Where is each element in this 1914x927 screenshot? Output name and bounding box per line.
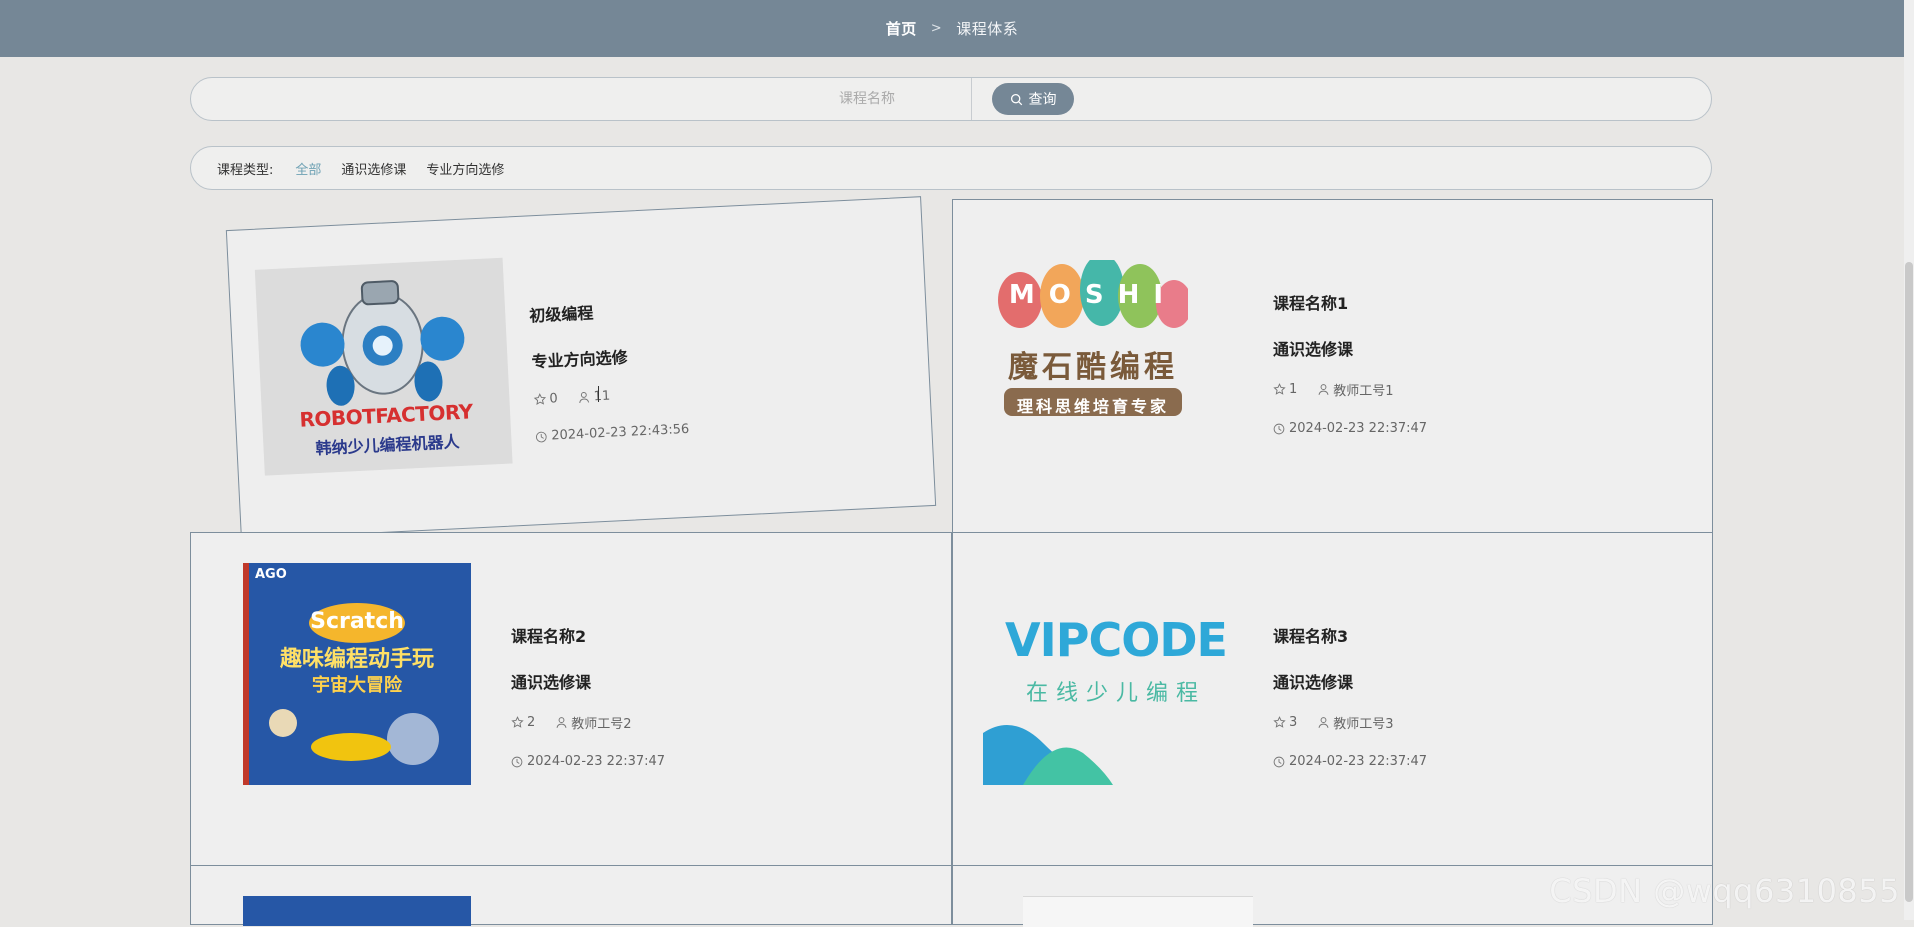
vipcode-logo-image — [983, 563, 1249, 785]
teacher-id: 教师工号3 — [1333, 713, 1393, 732]
course-type: 通识选修课 — [1273, 336, 1427, 360]
course-name: 课程名称3 — [1273, 623, 1427, 647]
star-icon — [533, 393, 547, 407]
course-info: 课程名称1 通识选修课 1 教师工号1 2024-02-23 22:37:47 — [1273, 290, 1427, 436]
clock-icon — [1273, 756, 1285, 768]
user-icon — [555, 716, 568, 729]
favorite-count: 3 — [1289, 715, 1297, 730]
favorite-count-group: 3 — [1273, 715, 1297, 730]
course-type: 通识选修课 — [511, 669, 665, 693]
course-type-filter: 课程类型: 全部 通识选修课 专业方向选修 — [190, 146, 1712, 190]
image-publisher-text: AGO — [255, 567, 287, 582]
teacher-id: 11 — [593, 389, 610, 405]
teacher-group: 教师工号1 — [1317, 380, 1393, 399]
course-time-text: 2024-02-23 22:37:47 — [1289, 754, 1427, 769]
image-subtitle-text: 理科思维培育专家 — [998, 393, 1188, 417]
clock-icon — [511, 756, 523, 768]
course-time: 2024-02-23 22:37:47 — [511, 754, 665, 769]
course-name: 课程名称2 — [511, 623, 665, 647]
favorite-count-group: 1 — [1273, 382, 1297, 397]
course-card[interactable]: ROBOTFACTORY 韩纳少儿编程机器人 初级编程 专业方向选修 0 11 … — [226, 196, 936, 540]
course-time-text: 2024-02-23 22:37:47 — [1289, 421, 1427, 436]
course-meta: 3 教师工号3 — [1273, 713, 1427, 732]
scrollbar-thumb[interactable] — [1905, 262, 1913, 902]
image-title-text: 趣味编程动手玩 — [243, 641, 471, 673]
course-name: 课程名称1 — [1273, 290, 1427, 314]
filter-option-general-elective[interactable]: 通识选修课 — [341, 159, 406, 178]
search-bar: 查询 — [190, 77, 1712, 121]
course-meta: 1 教师工号1 — [1273, 380, 1427, 399]
image-logo-text: Scratch — [243, 609, 471, 634]
search-input[interactable] — [191, 78, 971, 120]
course-thumbnail-partial[interactable] — [1023, 896, 1253, 927]
image-title-text: 魔石酷编程 — [998, 342, 1188, 386]
favorite-count: 1 — [1289, 382, 1297, 397]
filter-label: 课程类型: — [217, 159, 273, 178]
favorite-count: 2 — [527, 715, 535, 730]
filter-option-major-elective[interactable]: 专业方向选修 — [426, 159, 504, 178]
user-icon — [1317, 716, 1330, 729]
star-icon — [511, 716, 524, 729]
clock-icon — [1273, 423, 1285, 435]
course-time-text: 2024-02-23 22:43:56 — [551, 422, 690, 444]
course-card[interactable]: VIPCODE 在线少儿编程 课程名称3 通识选修课 3 教师工号3 2024-… — [952, 532, 1713, 866]
course-card-partial[interactable] — [190, 865, 952, 925]
star-icon — [1273, 716, 1286, 729]
teacher-group: 教师工号3 — [1317, 713, 1393, 732]
breadcrumb-home-link[interactable]: 首页 — [886, 18, 917, 39]
watermark: CSDN @wqq6310855 — [1549, 872, 1900, 910]
breadcrumb-current: 课程体系 — [956, 18, 1018, 39]
clock-icon — [535, 430, 548, 443]
course-thumbnail[interactable]: ROBOTFACTORY 韩纳少儿编程机器人 — [255, 258, 513, 476]
favorite-count-group: 0 — [533, 391, 558, 407]
image-logo-text: VIPCODE — [983, 613, 1249, 667]
search-button[interactable]: 查询 — [992, 83, 1074, 115]
teacher-group: 教师工号2 — [555, 713, 631, 732]
favorite-count: 0 — [549, 391, 558, 406]
breadcrumb-separator: > — [931, 21, 942, 36]
course-meta: 0 11 — [533, 385, 688, 408]
course-thumbnail-partial[interactable] — [243, 896, 471, 926]
star-icon — [1273, 383, 1286, 396]
course-time: 2024-02-23 22:37:47 — [1273, 754, 1427, 769]
course-time: 2024-02-23 22:43:56 — [535, 422, 690, 445]
course-thumbnail[interactable]: MOSHI 魔石酷编程 理科思维培育专家 — [998, 260, 1188, 430]
favorite-count-group: 2 — [511, 715, 535, 730]
course-time-text: 2024-02-23 22:37:47 — [527, 754, 665, 769]
course-name: 初级编程 — [529, 295, 684, 326]
user-icon — [577, 391, 591, 405]
teacher-group: 11 — [577, 389, 610, 406]
course-thumbnail[interactable]: AGO Scratch 趣味编程动手玩 宇宙大冒险 — [243, 563, 471, 785]
image-logo-text: MOSHI — [998, 280, 1188, 310]
course-info: 课程名称2 通识选修课 2 教师工号2 2024-02-23 22:37:47 — [511, 623, 665, 769]
course-type: 通识选修课 — [1273, 669, 1427, 693]
course-card[interactable]: AGO Scratch 趣味编程动手玩 宇宙大冒险 课程名称2 通识选修课 2 … — [190, 532, 952, 866]
text-cursor — [598, 386, 601, 402]
teacher-id: 教师工号1 — [1333, 380, 1393, 399]
course-info: 初级编程 专业方向选修 0 11 2024-02-23 22:43:56 — [529, 295, 690, 444]
course-time: 2024-02-23 22:37:47 — [1273, 421, 1427, 436]
course-type: 专业方向选修 — [531, 341, 686, 372]
course-card[interactable]: MOSHI 魔石酷编程 理科思维培育专家 课程名称1 通识选修课 1 教师工号1… — [952, 199, 1713, 533]
course-info: 课程名称3 通识选修课 3 教师工号3 2024-02-23 22:37:47 — [1273, 623, 1427, 769]
filter-option-all[interactable]: 全部 — [295, 159, 321, 178]
course-thumbnail[interactable]: VIPCODE 在线少儿编程 — [983, 563, 1249, 785]
image-subtitle-text: 在线少儿编程 — [983, 675, 1249, 707]
search-button-label: 查询 — [1029, 89, 1057, 109]
search-icon — [1010, 93, 1023, 106]
image-subtitle-text: 宇宙大冒险 — [243, 671, 471, 697]
course-meta: 2 教师工号2 — [511, 713, 665, 732]
user-icon — [1317, 383, 1330, 396]
top-breadcrumb-bar: 首页 > 课程体系 — [0, 0, 1904, 57]
teacher-id: 教师工号2 — [571, 713, 631, 732]
page-scrollbar[interactable] — [1904, 0, 1914, 920]
search-divider — [971, 78, 972, 120]
